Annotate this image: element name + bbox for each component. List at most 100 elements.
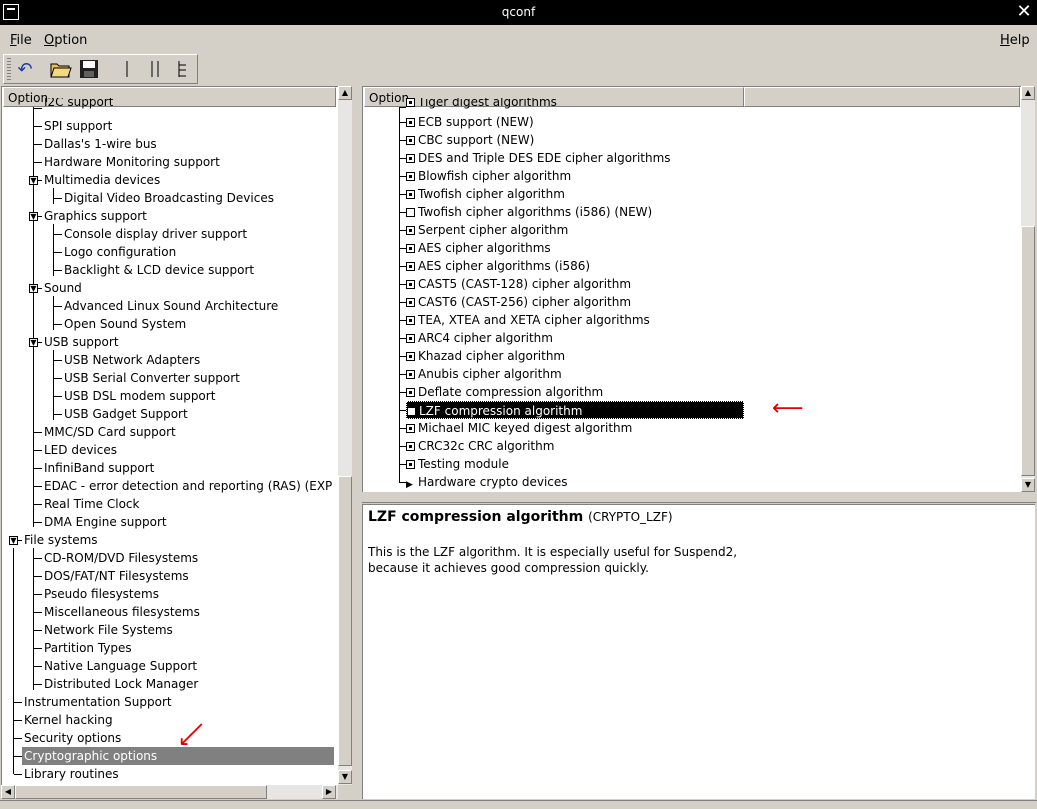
checkbox-icon[interactable]: [406, 316, 415, 325]
checkbox-icon[interactable]: [406, 442, 415, 451]
option-row[interactable]: AES cipher algorithms: [406, 239, 551, 257]
tree-item[interactable]: USB DSL modem support: [64, 387, 215, 405]
option-row[interactable]: Deflate compression algorithm: [406, 383, 603, 401]
scroll-thumb[interactable]: [338, 476, 352, 766]
option-row[interactable]: Twofish cipher algorithm: [406, 185, 565, 203]
tree-item[interactable]: Real Time Clock: [44, 495, 139, 513]
tree-item[interactable]: Backlight & LCD device support: [64, 261, 254, 279]
tree-item[interactable]: Security options: [24, 729, 121, 747]
option-row[interactable]: ▶ Hardware crypto devices: [406, 473, 568, 491]
full-view-icon[interactable]: [172, 59, 194, 81]
close-icon[interactable]: ✕: [1014, 1, 1034, 23]
tree-item[interactable]: DOS/FAT/NT Filesystems: [44, 567, 189, 585]
checkbox-icon[interactable]: [406, 136, 415, 145]
tree-item[interactable]: SPI support: [44, 117, 112, 135]
tree-item[interactable]: File systems: [24, 531, 98, 549]
collapse-toggle-icon[interactable]: ▼: [29, 176, 38, 185]
tree-item[interactable]: Console display driver support: [64, 225, 247, 243]
option-row[interactable]: TEA, XTEA and XETA cipher algorithms: [406, 311, 650, 329]
single-view-icon[interactable]: [116, 59, 138, 81]
checkbox-icon[interactable]: [406, 352, 415, 361]
option-row[interactable]: ECB support (NEW): [406, 113, 534, 131]
checkbox-icon[interactable]: [406, 262, 415, 271]
tree-item[interactable]: Cryptographic options: [22, 747, 334, 765]
left-vertical-scrollbar[interactable]: ▲ ▼: [338, 86, 352, 785]
tree-item[interactable]: LED devices: [44, 441, 117, 459]
menu-file[interactable]: File: [10, 33, 32, 48]
tree-item[interactable]: MMC/SD Card support: [44, 423, 176, 441]
option-row[interactable]: Blowfish cipher algorithm: [406, 167, 571, 185]
tree-item[interactable]: Distributed Lock Manager: [44, 675, 198, 693]
tree-item[interactable]: USB Serial Converter support: [64, 369, 240, 387]
scroll-left-icon[interactable]: ◀: [1, 785, 15, 799]
checkbox-icon[interactable]: [406, 172, 415, 181]
left-horizontal-scrollbar[interactable]: ◀ ▶: [1, 785, 338, 799]
tree-item[interactable]: Miscellaneous filesystems: [44, 603, 200, 621]
collapse-toggle-icon[interactable]: ▼: [9, 536, 18, 545]
option-row[interactable]: AES cipher algorithms (i586): [406, 257, 590, 275]
tree-item[interactable]: Pseudo filesystems: [44, 585, 159, 603]
save-icon[interactable]: [78, 59, 100, 81]
scroll-thumb[interactable]: [1021, 226, 1035, 476]
checkbox-icon[interactable]: [406, 280, 415, 289]
tree-item[interactable]: Graphics support: [44, 207, 147, 225]
tree-item[interactable]: Open Sound System: [64, 315, 186, 333]
option-row[interactable]: Michael MIC keyed digest algorithm: [406, 419, 632, 437]
tree-item[interactable]: Network File Systems: [44, 621, 173, 639]
option-row[interactable]: CRC32c CRC algorithm: [406, 437, 554, 455]
collapse-toggle-icon[interactable]: ▼: [29, 284, 38, 293]
option-row[interactable]: CBC support (NEW): [406, 131, 534, 149]
tree-item[interactable]: Dallas's 1-wire bus: [44, 135, 157, 153]
option-row[interactable]: Serpent cipher algorithm: [406, 221, 568, 239]
option-row[interactable]: CAST6 (CAST-256) cipher algorithm: [406, 293, 631, 311]
option-row[interactable]: DES and Triple DES EDE cipher algorithms: [406, 149, 671, 167]
tree-item[interactable]: Logo configuration: [64, 243, 176, 261]
tree-item[interactable]: Partition Types: [44, 639, 132, 657]
option-row[interactable]: CAST5 (CAST-128) cipher algorithm: [406, 275, 631, 293]
tree-item[interactable]: I2C support: [44, 98, 113, 110]
tree-item[interactable]: Multimedia devices: [44, 171, 160, 189]
checkbox-icon[interactable]: [406, 118, 415, 127]
checkbox-icon[interactable]: [406, 388, 415, 397]
tree-item[interactable]: USB support: [44, 333, 119, 351]
tree-item[interactable]: CD-ROM/DVD Filesystems: [44, 549, 198, 567]
right-vertical-scrollbar[interactable]: ▲ ▼: [1021, 86, 1035, 492]
split-view-icon[interactable]: [144, 59, 166, 81]
option-row[interactable]: Khazad cipher algorithm: [406, 347, 565, 365]
tree-item[interactable]: Advanced Linux Sound Architecture: [64, 297, 278, 315]
collapse-toggle-icon[interactable]: ▼: [29, 212, 38, 221]
submenu-arrow-icon[interactable]: ▶: [406, 481, 415, 490]
checkbox-icon[interactable]: [406, 190, 415, 199]
checkbox-icon[interactable]: [406, 154, 415, 163]
option-row[interactable]: Tiger digest algorithms: [406, 98, 557, 110]
scroll-up-icon[interactable]: ▲: [1021, 86, 1035, 100]
checkbox-icon[interactable]: [406, 298, 415, 307]
checkbox-icon[interactable]: [407, 404, 416, 422]
tree-item[interactable]: USB Network Adapters: [64, 351, 200, 369]
checkbox-icon[interactable]: [406, 334, 415, 343]
menu-help[interactable]: Help: [1000, 33, 1030, 48]
option-row[interactable]: LZF compression algorithm: [406, 401, 744, 422]
tree-item[interactable]: DMA Engine support: [44, 513, 167, 531]
collapse-toggle-icon[interactable]: ▼: [29, 338, 38, 347]
open-folder-icon[interactable]: [50, 59, 72, 81]
scroll-down-icon[interactable]: ▼: [338, 770, 352, 784]
scroll-thumb[interactable]: [15, 785, 267, 799]
tree-item[interactable]: InfiniBand support: [44, 459, 154, 477]
checkbox-icon[interactable]: [406, 460, 415, 469]
right-header-value[interactable]: [744, 87, 1020, 107]
tree-item[interactable]: Sound: [44, 279, 82, 297]
option-row[interactable]: Anubis cipher algorithm: [406, 365, 562, 383]
tree-item[interactable]: Library routines: [24, 765, 119, 783]
checkbox-icon[interactable]: [406, 370, 415, 379]
menu-option[interactable]: Option: [44, 33, 87, 48]
option-row[interactable]: Testing module: [406, 455, 509, 473]
scroll-down-icon[interactable]: ▼: [1021, 478, 1035, 492]
tree-item[interactable]: Digital Video Broadcasting Devices: [64, 189, 274, 207]
checkbox-icon[interactable]: [406, 424, 415, 433]
tree-item[interactable]: Kernel hacking: [24, 711, 113, 729]
tree-item[interactable]: USB Gadget Support: [64, 405, 188, 423]
tree-item[interactable]: Instrumentation Support: [24, 693, 172, 711]
scroll-right-icon[interactable]: ▶: [322, 785, 336, 799]
tree-item[interactable]: Hardware Monitoring support: [44, 153, 220, 171]
